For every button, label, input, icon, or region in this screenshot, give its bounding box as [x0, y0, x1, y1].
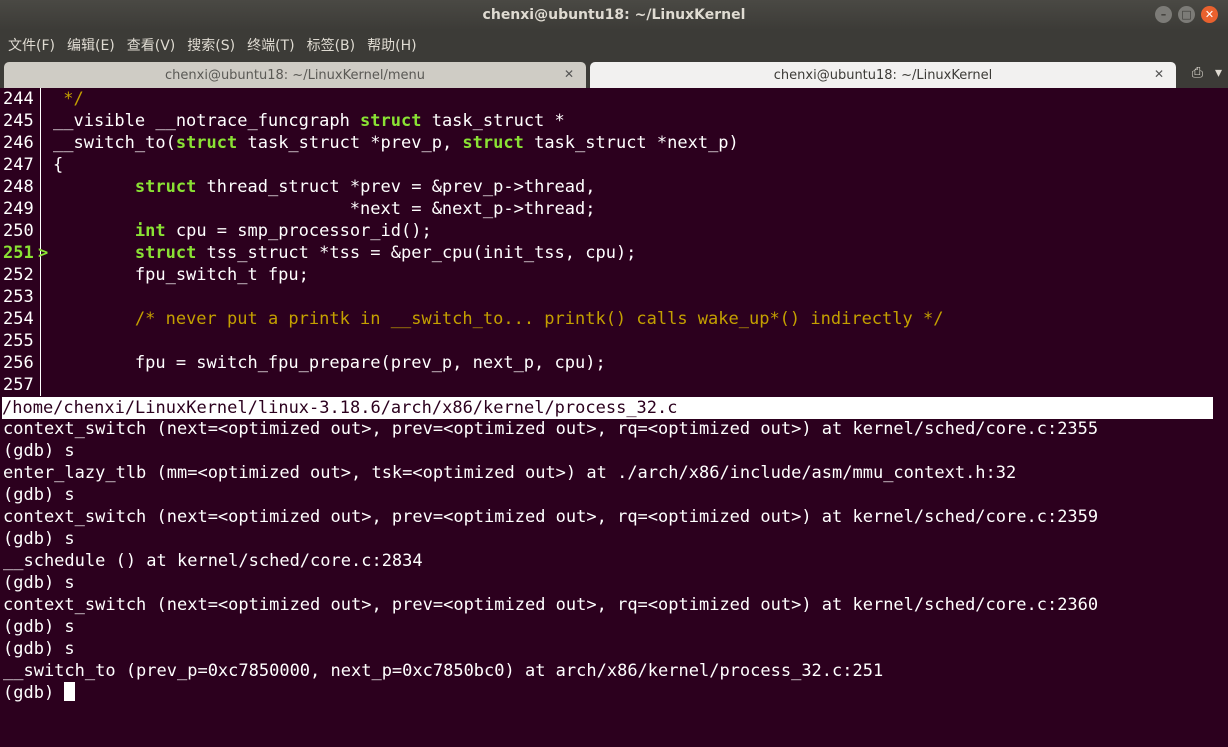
source-pane: 244 */ 245 __visible __notrace_funcgraph s…: [0, 88, 1228, 396]
line-number: 255: [3, 331, 34, 351]
console-line: (gdb) s: [3, 617, 75, 637]
source-code: int cpu = smp_processor_id();: [134, 221, 432, 241]
line-number: 244: [3, 89, 34, 109]
console-line: context_switch (next=<optimized out>, pr…: [3, 595, 1099, 615]
tab-label: chenxi@ubuntu18: ~/LinuxKernel/menu: [165, 67, 425, 83]
window-title: chenxi@ubuntu18: ~/LinuxKernel: [482, 7, 746, 23]
source-code: struct thread_struct *prev = &prev_p->th…: [134, 177, 596, 197]
menu-view[interactable]: 查看(V): [119, 35, 180, 55]
minimize-icon[interactable]: –: [1155, 6, 1172, 23]
source-code: struct tss_struct *tss = &per_cpu(init_t…: [134, 243, 637, 263]
line-number: 245: [3, 111, 34, 131]
tab-bar: chenxi@ubuntu18: ~/LinuxKernel/menu ✕ ch…: [0, 60, 1228, 88]
menubar: 文件(F) 编辑(E) 查看(V) 搜索(S) 终端(T) 标签(B) 帮助(H…: [0, 30, 1228, 60]
line-number: 252: [3, 265, 34, 285]
console-line: enter_lazy_tlb (mm=<optimized out>, tsk=…: [3, 463, 1017, 483]
console-line: __switch_to (prev_p=0xc7850000, next_p=0…: [3, 661, 884, 681]
console-line: context_switch (next=<optimized out>, pr…: [3, 507, 1099, 527]
gdb-console[interactable]: context_switch (next=<optimized out>, pr…: [3, 418, 1098, 704]
menu-help[interactable]: 帮助(H): [359, 35, 420, 55]
line-number: 246: [3, 133, 34, 153]
console-line: (gdb) s: [3, 485, 75, 505]
menu-search[interactable]: 搜索(S): [179, 35, 239, 55]
tab-close-icon[interactable]: ✕: [1154, 67, 1164, 81]
current-line-marker: >: [38, 243, 49, 263]
source-code: __switch_to(struct task_struct *prev_p, …: [53, 133, 739, 153]
window-controls: – □ ✕: [1155, 6, 1218, 23]
console-line: (gdb) s: [3, 639, 75, 659]
tab-linuxkernel[interactable]: chenxi@ubuntu18: ~/LinuxKernel ✕: [590, 62, 1176, 88]
close-icon[interactable]: ✕: [1201, 6, 1218, 23]
source-code: __visible __notrace_funcgraph struct tas…: [53, 111, 565, 131]
menu-file[interactable]: 文件(F): [0, 35, 59, 55]
line-number: 256: [3, 353, 34, 373]
source-code: /* never put a printk in __switch_to... …: [134, 309, 944, 329]
gdb-prompt[interactable]: (gdb): [3, 682, 1098, 704]
tab-menu[interactable]: chenxi@ubuntu18: ~/LinuxKernel/menu ✕: [4, 62, 586, 88]
console-line: (gdb) s: [3, 529, 75, 549]
console-line: context_switch (next=<optimized out>, pr…: [3, 419, 1099, 439]
line-number: 250: [3, 221, 34, 241]
menu-tabs[interactable]: 标签(B): [299, 35, 360, 55]
source-code: fpu = switch_fpu_prepare(prev_p, next_p,…: [53, 353, 606, 373]
menu-terminal[interactable]: 终端(T): [239, 35, 298, 55]
console-line: __schedule () at kernel/sched/core.c:283…: [3, 551, 423, 571]
line-number: 251: [3, 243, 34, 263]
source-code: */: [53, 89, 84, 109]
source-file-path: /home/chenxi/LinuxKernel/linux-3.18.6/ar…: [2, 397, 1213, 419]
terminal-area[interactable]: 244 */ 245 __visible __notrace_funcgraph s…: [0, 88, 1228, 747]
source-code: {: [53, 155, 64, 175]
console-line: (gdb) s: [3, 573, 75, 593]
tab-label: chenxi@ubuntu18: ~/LinuxKernel: [773, 67, 993, 83]
source-code: fpu_switch_t fpu;: [53, 265, 309, 285]
maximize-icon[interactable]: □: [1178, 6, 1195, 23]
line-number: 254: [3, 309, 34, 329]
new-tab-icon[interactable]: ⎙: [1192, 65, 1203, 81]
console-line: (gdb) s: [3, 441, 75, 461]
tab-close-icon[interactable]: ✕: [564, 67, 574, 81]
text-cursor: [64, 682, 76, 701]
line-number: 248: [3, 177, 34, 197]
line-number: 257: [3, 375, 34, 395]
menu-edit[interactable]: 编辑(E): [59, 35, 119, 55]
tab-tools: ⎙ ▾: [1192, 65, 1222, 81]
line-number: 247: [3, 155, 34, 175]
window-titlebar[interactable]: chenxi@ubuntu18: ~/LinuxKernel – □ ✕: [0, 0, 1228, 30]
line-number: 249: [3, 199, 34, 219]
source-code: *next = &next_p->thread;: [53, 199, 596, 219]
chevron-down-icon[interactable]: ▾: [1215, 65, 1222, 81]
line-number: 253: [3, 287, 34, 307]
